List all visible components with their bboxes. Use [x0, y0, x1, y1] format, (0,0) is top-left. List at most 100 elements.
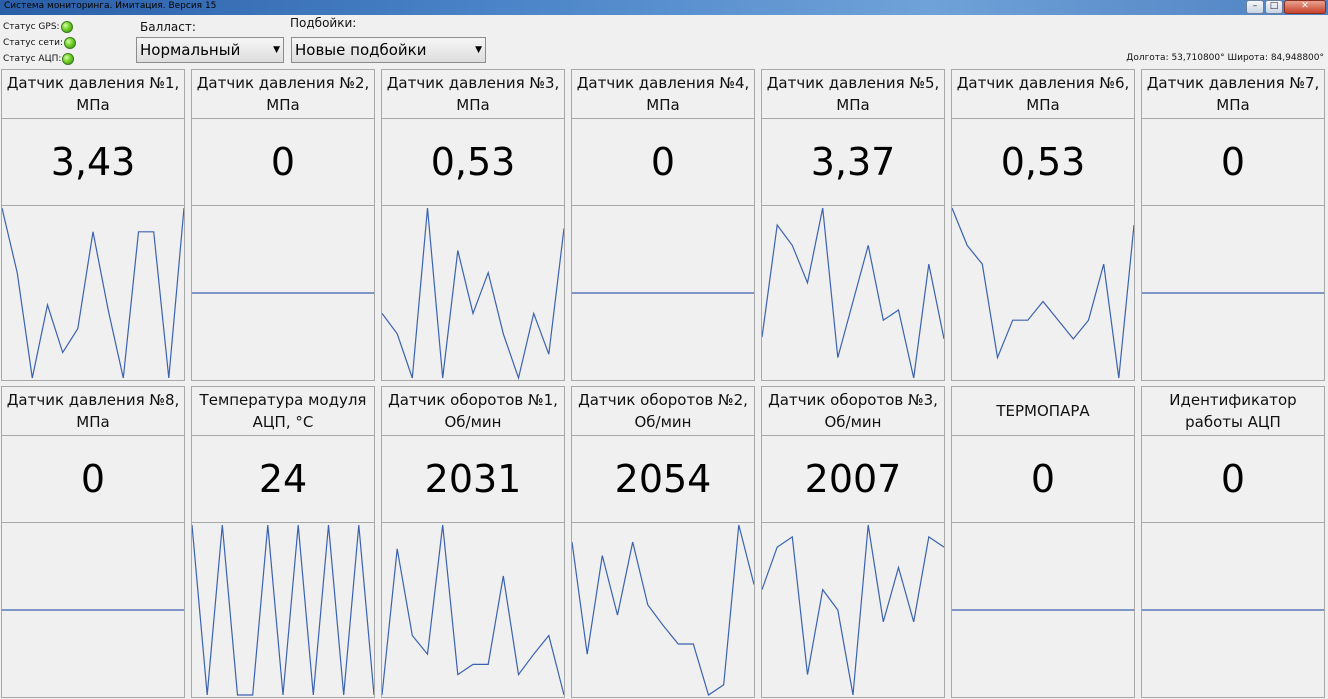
trend-chart [762, 524, 944, 696]
sensor-value: 24 [192, 436, 374, 523]
maximize-button[interactable]: □ [1265, 0, 1283, 14]
trend-line [762, 524, 944, 696]
sensor-trend-plot [192, 206, 374, 380]
sensor-title: Датчик давления №7, МПа [1142, 70, 1324, 119]
sensor-title: Датчик давления №6, МПа [952, 70, 1134, 119]
green-led-icon [64, 37, 77, 49]
sensor-trend-plot [382, 523, 564, 697]
window-title: Система мониторинга. Имитация. Версия 15 [4, 1, 217, 11]
sensor-value: 0 [2, 436, 184, 523]
trend-chart [572, 524, 754, 696]
trend-chart [192, 524, 374, 696]
sensor-trend-plot [952, 206, 1134, 380]
sensor-trend-plot [382, 206, 564, 380]
sensor-panel: ТЕРМОПАРА 0 [951, 386, 1135, 698]
sensor-panel: Температура модуля АЦП, °C 24 [191, 386, 375, 698]
ballast-label: Балласт: [140, 20, 196, 34]
sensor-title: Датчик давления №8, МПа [2, 387, 184, 436]
trend-chart [2, 207, 184, 379]
trend-line [762, 207, 944, 379]
trend-line [192, 524, 374, 696]
sensor-title: Датчик давления №3, МПа [382, 70, 564, 119]
podboiki-value: Новые подбойки [295, 41, 427, 59]
trend-line [382, 524, 564, 696]
trend-line [2, 207, 184, 379]
trend-chart [2, 609, 184, 611]
trend-chart [572, 292, 754, 294]
status-adc: Статус АЦП: [3, 51, 76, 67]
sensor-value: 2031 [382, 436, 564, 523]
sensor-panel: Датчик оборотов №3, Об/мин 2007 [761, 386, 945, 698]
sensor-panel: Датчик давления №8, МПа 0 [1, 386, 185, 698]
trend-chart [762, 207, 944, 379]
sensor-title: Датчик оборотов №3, Об/мин [762, 387, 944, 436]
trend-chart [952, 609, 1134, 611]
podboiki-select[interactable]: Новые подбойки ▼ [291, 37, 486, 63]
sensor-panel: Датчик давления №1, МПа 3,43 [1, 69, 185, 381]
chevron-down-icon: ▼ [273, 45, 280, 55]
sensor-trend-plot [2, 523, 184, 697]
sensor-value: 2054 [572, 436, 754, 523]
sensor-trend-plot [192, 523, 374, 697]
sensor-trend-plot [572, 206, 754, 380]
sensor-panel: Датчик давления №2, МПа 0 [191, 69, 375, 381]
sensor-title: Датчик давления №4, МПа [572, 70, 754, 119]
chevron-down-icon: ▼ [475, 45, 482, 55]
trend-line [952, 207, 1134, 379]
status-gps-label: Статус GPS: [3, 22, 60, 32]
trend-line [382, 207, 564, 380]
coordinates-readout: Долгота: 53,710800° Широта: 84,948800° [1126, 53, 1324, 63]
trend-chart [1142, 292, 1324, 294]
sensor-trend-plot [1142, 523, 1324, 697]
sensor-value: 0 [572, 119, 754, 206]
status-network-label: Статус сети: [3, 38, 64, 48]
minimize-button[interactable]: – [1246, 0, 1264, 14]
trend-chart [382, 207, 564, 380]
sensor-value: 0 [952, 436, 1134, 523]
trend-chart [952, 207, 1134, 379]
sensor-value: 0,53 [952, 119, 1134, 206]
green-led-icon [60, 21, 73, 33]
sensor-panel: Датчик давления №3, МПа 0,53 [381, 69, 565, 381]
sensor-trend-plot [762, 523, 944, 697]
sensor-trend-plot [1142, 206, 1324, 380]
sensor-panel: Датчик оборотов №1, Об/мин 2031 [381, 386, 565, 698]
title-bar: Система мониторинга. Имитация. Версия 15… [0, 0, 1328, 15]
sensor-panel: Датчик оборотов №2, Об/мин 2054 [571, 386, 755, 698]
sensor-trend-plot [762, 206, 944, 380]
sensor-value: 0 [1142, 436, 1324, 523]
sensor-trend-plot [572, 523, 754, 697]
close-button[interactable]: ✕ [1284, 0, 1326, 14]
sensor-title: Температура модуля АЦП, °C [192, 387, 374, 436]
status-indicators: Статус GPS: Статус сети: Статус АЦП: [3, 19, 77, 67]
status-network: Статус сети: [3, 35, 77, 51]
sensor-value: 0 [1142, 119, 1324, 206]
sensor-panel: Датчик давления №4, МПа 0 [571, 69, 755, 381]
sensor-title: Датчик давления №5, МПа [762, 70, 944, 119]
sensor-panel: Идентификатор работы АЦП 0 [1141, 386, 1325, 698]
sensor-value: 0 [192, 119, 374, 206]
sensor-value: 0,53 [382, 119, 564, 206]
status-gps: Статус GPS: [3, 19, 76, 35]
sensor-trend-plot [952, 523, 1134, 697]
green-led-icon [62, 53, 75, 65]
ballast-value: Нормальный [140, 41, 241, 59]
sensor-title: Датчик давления №1, МПа [2, 70, 184, 119]
trend-chart [192, 292, 374, 294]
trend-line [572, 524, 754, 696]
window-controls: – □ ✕ [1245, 0, 1326, 14]
sensor-value: 3,37 [762, 119, 944, 206]
sensor-value: 2007 [762, 436, 944, 523]
trend-chart [382, 524, 564, 696]
sensor-title: Датчик оборотов №2, Об/мин [572, 387, 754, 436]
sensor-title: Идентификатор работы АЦП [1142, 387, 1324, 436]
sensor-title: Датчик давления №2, МПа [192, 70, 374, 119]
status-adc-label: Статус АЦП: [3, 54, 62, 64]
ballast-select[interactable]: Нормальный ▼ [136, 37, 284, 63]
sensor-panel: Датчик давления №5, МПа 3,37 [761, 69, 945, 381]
sensor-title: ТЕРМОПАРА [952, 387, 1134, 436]
sensor-value: 3,43 [2, 119, 184, 206]
trend-chart [1142, 609, 1324, 611]
podboiki-label: Подбойки: [290, 16, 357, 30]
sensor-title: Датчик оборотов №1, Об/мин [382, 387, 564, 436]
